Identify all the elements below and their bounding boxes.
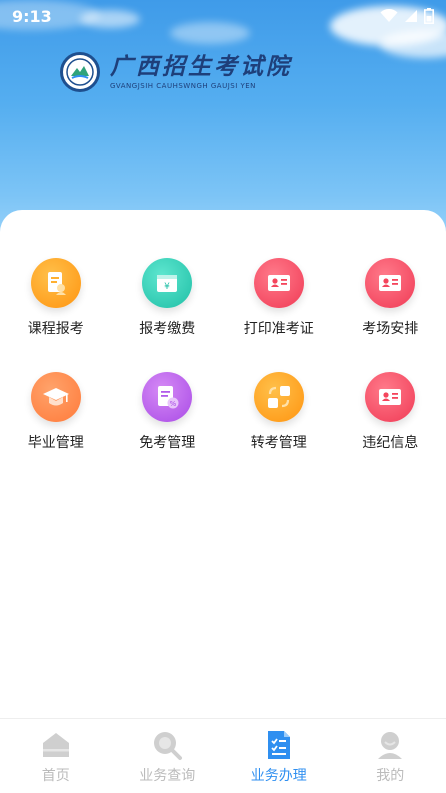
services-card: 课程报考 ¥ 报考缴费 打印准考证 考场安排 毕业管理 % 免考管理 转考管理 … xyxy=(0,210,446,720)
service-label: 违纪信息 xyxy=(362,435,419,451)
institution-name-en: GVANGJSIH CAUHSWNGH GAUJSI YEN xyxy=(110,82,256,90)
checklist-document-icon xyxy=(267,731,290,759)
tab-label: 首页 xyxy=(41,768,70,784)
home-icon xyxy=(42,733,69,757)
cloud-decoration xyxy=(380,30,446,58)
service-label: 免考管理 xyxy=(139,435,196,451)
service-print-admission-card[interactable]: 打印准考证 xyxy=(223,258,335,338)
bottom-tab-bar: 首页 业务查询 业务办理 我的 xyxy=(0,718,446,793)
service-exemption-management[interactable]: % 免考管理 xyxy=(112,372,224,452)
svg-text:¥: ¥ xyxy=(164,282,170,292)
service-label: 考场安排 xyxy=(362,321,419,337)
user-profile-icon xyxy=(378,732,403,759)
institution-emblem-icon xyxy=(60,52,100,92)
service-grid: 课程报考 ¥ 报考缴费 打印准考证 考场安排 毕业管理 % 免考管理 转考管理 … xyxy=(0,258,446,452)
transfer-exam-icon xyxy=(253,372,304,422)
tab-mine[interactable]: 我的 xyxy=(335,719,446,793)
institution-name: 广西招生考试院 GVANGJSIH CAUHSWNGH GAUJSI YEN xyxy=(110,53,292,91)
service-label: 课程报考 xyxy=(27,321,84,337)
exemption-document-icon: % xyxy=(142,372,193,422)
exam-room-arrangement-icon xyxy=(365,258,416,308)
service-violation-info[interactable]: 违纪信息 xyxy=(335,372,446,452)
institution-logo: 广西招生考试院 GVANGJSIH CAUHSWNGH GAUJSI YEN xyxy=(60,50,292,94)
status-icons xyxy=(380,8,434,24)
svg-text:%: % xyxy=(170,400,177,408)
signal-icon xyxy=(405,10,417,22)
wifi-icon xyxy=(380,9,398,22)
tab-business-handling[interactable]: 业务办理 xyxy=(223,719,335,793)
service-label: 打印准考证 xyxy=(243,321,314,337)
course-register-icon xyxy=(30,258,81,308)
print-admission-card-icon xyxy=(253,258,304,308)
service-label: 报考缴费 xyxy=(139,321,196,337)
tab-label: 业务查询 xyxy=(139,768,196,784)
service-label: 转考管理 xyxy=(250,435,307,451)
service-graduation-management[interactable]: 毕业管理 xyxy=(0,372,112,452)
service-exam-payment[interactable]: ¥ 报考缴费 xyxy=(112,258,224,338)
battery-icon xyxy=(424,8,434,24)
violation-info-icon xyxy=(365,372,416,422)
service-exam-room-arrangement[interactable]: 考场安排 xyxy=(335,258,446,338)
tab-business-query[interactable]: 业务查询 xyxy=(112,719,224,793)
service-label: 毕业管理 xyxy=(27,435,84,451)
status-time: 9:13 xyxy=(12,6,52,26)
service-course-register[interactable]: 课程报考 xyxy=(0,258,112,338)
service-transfer-management[interactable]: 转考管理 xyxy=(223,372,335,452)
tab-home[interactable]: 首页 xyxy=(0,719,112,793)
tab-label: 业务办理 xyxy=(250,768,307,784)
exam-payment-icon: ¥ xyxy=(142,258,193,308)
graduation-cap-icon xyxy=(30,372,81,422)
tab-label: 我的 xyxy=(376,768,405,784)
status-bar: 9:13 xyxy=(0,0,446,32)
institution-name-cn: 广西招生考试院 xyxy=(110,53,292,80)
search-icon xyxy=(154,732,183,760)
